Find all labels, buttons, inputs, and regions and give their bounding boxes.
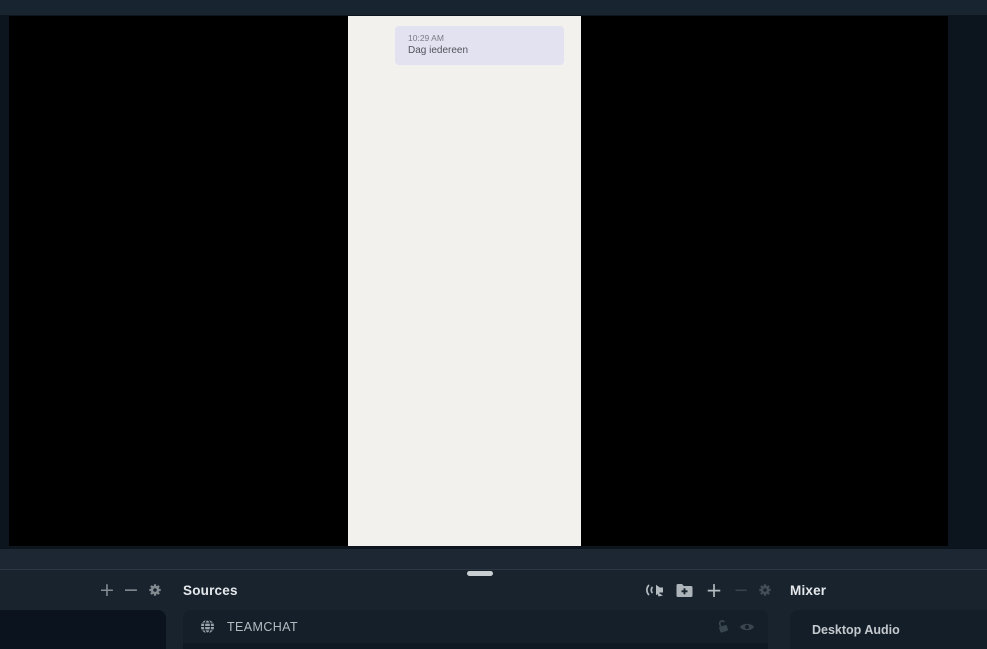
chat-message-bubble: 10:29 AM Dag iedereen	[395, 26, 564, 65]
chat-message-text: Dag iedereen	[408, 45, 469, 56]
mixer-source-name: Desktop Audio	[812, 622, 900, 637]
panel-resize-strip[interactable]	[0, 549, 987, 569]
stream-preview-area[interactable]: 10:29 AM Dag iedereen	[0, 15, 987, 549]
add-folder-icon[interactable]	[672, 570, 696, 610]
mixer-panel-title: Mixer	[790, 582, 827, 598]
preview-canvas[interactable]: 10:29 AM Dag iedereen	[9, 16, 948, 546]
mixer-row-desktop-audio[interactable]: Desktop Audio	[790, 610, 987, 649]
scenes-list-panel[interactable]	[0, 610, 166, 649]
add-scene-button[interactable]: +	[96, 570, 118, 610]
title-bar	[0, 0, 987, 15]
remove-source-button[interactable]: −	[729, 570, 753, 610]
source-row-teamchat[interactable]: TEAMCHAT	[183, 610, 768, 643]
source-settings-gear-icon[interactable]	[753, 570, 777, 610]
streamlabs-window: 10:29 AM Dag iedereen + − Sources + − Mi…	[0, 0, 987, 649]
mixer-list-panel: Desktop Audio	[790, 610, 987, 649]
audio-monitor-icon[interactable]	[642, 570, 668, 610]
teamchat-source-preview[interactable]: 10:29 AM Dag iedereen	[348, 16, 581, 546]
scene-settings-gear-icon[interactable]	[144, 570, 166, 610]
dock-toolbar: + − Sources + − Mixer	[0, 570, 987, 610]
source-name: TEAMCHAT	[227, 619, 299, 634]
globe-icon	[200, 619, 215, 634]
unlock-icon[interactable]	[715, 619, 730, 634]
sources-panel-title: Sources	[183, 582, 238, 598]
remove-scene-button[interactable]: −	[120, 570, 142, 610]
sources-list-panel: TEAMCHAT	[183, 610, 768, 649]
chat-message-time: 10:29 AM	[408, 33, 444, 43]
add-source-button[interactable]: +	[701, 570, 727, 610]
eye-icon[interactable]	[739, 621, 755, 633]
